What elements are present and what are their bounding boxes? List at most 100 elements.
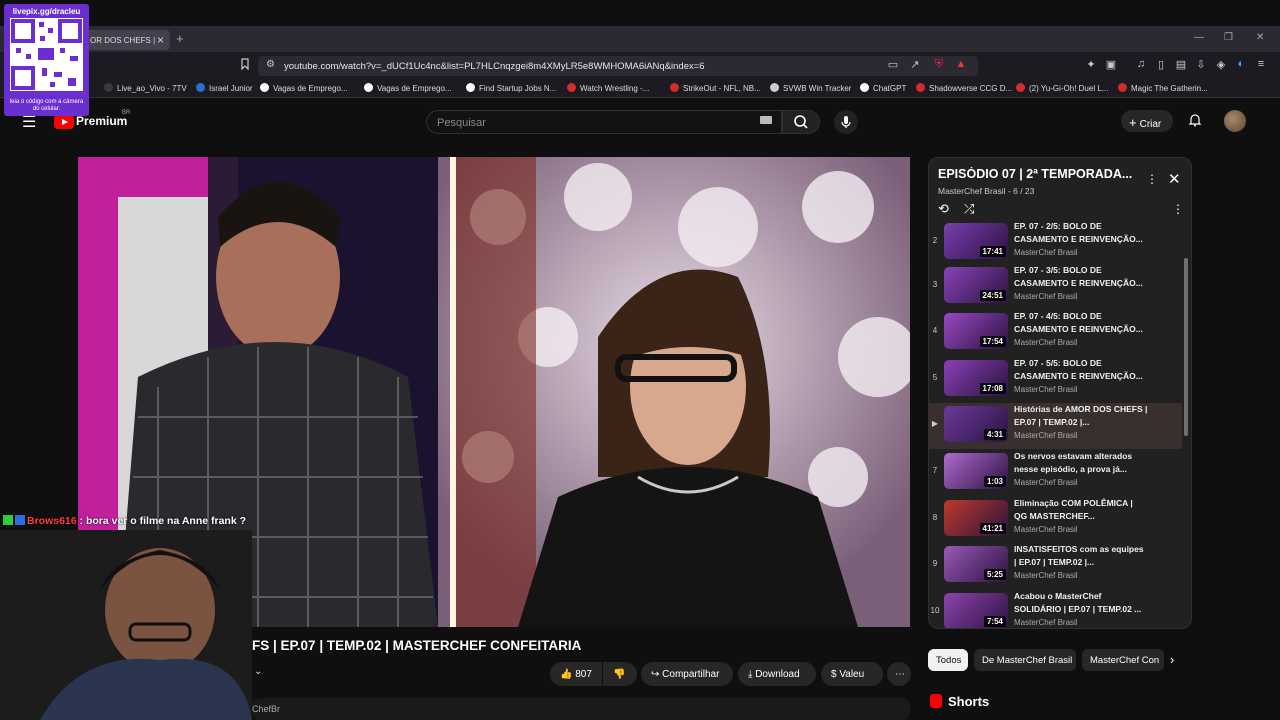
playlist-row[interactable]: 2 17:41 EP. 07 - 2/5: BOLO DE CASAMENTO E … — [928, 220, 1182, 266]
chevron-down-icon[interactable]: ⌄ — [254, 666, 262, 677]
playlist-options-icon[interactable]: ⋮ — [1172, 202, 1184, 216]
reader-icon[interactable]: ▣ — [1104, 58, 1118, 72]
browser-tab-active[interactable]: OR DOS CHEFS | × — [86, 30, 170, 50]
bookmark-item[interactable]: Vagas de Emprego... — [364, 83, 452, 93]
playlist-title[interactable]: EPISÓDIO 07 | 2ª TEMPORADA... — [938, 167, 1134, 181]
playlist-video-title[interactable]: EP. 07 - 4/5: BOLO DE CASAMENTO E REINVE… — [1014, 310, 1148, 336]
create-button[interactable]: + Criar — [1121, 110, 1173, 132]
playlist-channel-name[interactable]: MasterChef Brasil — [1014, 248, 1078, 257]
playlist-video-title[interactable]: Histórias de AMOR DOS CHEFS | EP.07 | TE… — [1014, 403, 1148, 429]
filter-chip[interactable]: De MasterChef Brasil — [974, 649, 1076, 671]
wallet-icon[interactable]: ▤ — [1174, 58, 1188, 72]
bookmark-item[interactable]: Vagas de Emprego... — [260, 83, 348, 93]
download-button[interactable]: ⤓ Download — [738, 662, 816, 686]
like-button[interactable]: 👍 807 — [550, 662, 602, 686]
keyboard-icon[interactable] — [760, 116, 772, 124]
loop-icon[interactable]: ⟲ — [938, 201, 949, 217]
playlist-channel-name[interactable]: MasterChef Brasil — [1014, 478, 1078, 487]
close-window-icon[interactable]: ✕ — [1256, 32, 1264, 43]
video-thumbnail[interactable]: 4:31 — [944, 406, 1008, 442]
bookmark-item[interactable]: SVWB Win Tracker — [770, 83, 851, 93]
download-icon[interactable]: ⇩ — [1194, 58, 1208, 72]
playlist-row[interactable]: 4 17:54 EP. 07 - 4/5: BOLO DE CASAMENTO E … — [928, 310, 1182, 356]
playlist-video-title[interactable]: Os nervos estavam alterados nesse episód… — [1014, 450, 1148, 476]
notifications-bell-icon[interactable] — [1188, 113, 1202, 130]
share-icon[interactable]: ↗ — [908, 58, 922, 72]
dislike-button[interactable]: 👎 — [603, 662, 637, 686]
video-thumbnail[interactable]: 17:54 — [944, 313, 1008, 349]
address-bar[interactable]: ⚙ youtube.com/watch?v=_dUCf1Uc4nc&list=P… — [258, 56, 978, 76]
music-icon[interactable]: ♫ — [1134, 58, 1148, 72]
playlist-channel-name[interactable]: MasterChef Brasil — [1014, 431, 1078, 440]
playlist-row[interactable]: 9 5:25 INSATISFEITOS com as equipes | EP.0… — [928, 543, 1182, 589]
filter-chip[interactable]: MasterChef Con — [1082, 649, 1164, 671]
playlist-channel-name[interactable]: MasterChef Brasil — [1014, 571, 1078, 580]
video-thumbnail[interactable]: 7:54 — [944, 593, 1008, 628]
playlist-channel-name[interactable]: MasterChef Brasil — [1014, 525, 1078, 534]
playlist-video-title[interactable]: EP. 07 - 2/5: BOLO DE CASAMENTO E REINVE… — [1014, 220, 1148, 246]
description-box[interactable] — [252, 698, 910, 720]
playlist-video-title[interactable]: Eliminação COM POLÊMICA | QG MASTERCHEF.… — [1014, 497, 1148, 523]
voice-search-button[interactable] — [834, 110, 858, 134]
close-tab-icon[interactable]: × — [157, 33, 164, 47]
minimize-icon[interactable]: — — [1194, 32, 1204, 43]
playlist-video-title[interactable]: Acabou o MasterChef SOLIDÁRIO | EP.07 | … — [1014, 590, 1148, 616]
bookmark-item[interactable]: Magic The Gatherin... — [1118, 83, 1208, 93]
bookmark-item[interactable]: ChatGPT — [860, 83, 906, 93]
shuffle-icon[interactable]: ⤮ — [964, 201, 974, 217]
playlist-video-title[interactable]: INSATISFEITOS com as equipes | EP.07 | T… — [1014, 543, 1148, 569]
bookmark-item[interactable]: Shadowverse CCG D... — [916, 83, 1012, 93]
playlist-row[interactable]: 5 17:08 EP. 07 - 5/5: BOLO DE CASAMENTO E … — [928, 357, 1182, 403]
new-tab-icon[interactable]: + — [176, 31, 184, 46]
bookmark-item[interactable]: (2) Yu-Gi-Oh! Duel L... — [1016, 83, 1108, 93]
maximize-icon[interactable]: ❐ — [1224, 32, 1233, 43]
playlist-row[interactable]: 8 41:21 Eliminação COM POLÊMICA | QG MASTE… — [928, 497, 1182, 543]
search-button[interactable] — [782, 110, 820, 134]
video-thumbnail[interactable]: 17:41 — [944, 223, 1008, 259]
avatar[interactable] — [1224, 110, 1246, 132]
search-input[interactable]: Pesquisar — [426, 110, 782, 134]
vpn-icon[interactable]: ◈ — [1214, 58, 1228, 72]
playlist-video-title[interactable]: EP. 07 - 5/5: BOLO DE CASAMENTO E REINVE… — [1014, 357, 1148, 383]
playlist-channel-name[interactable]: MasterChef Brasil — [1014, 385, 1078, 394]
playlist-channel-name[interactable]: MasterChef Brasil — [1014, 338, 1078, 347]
shield-brave-icon[interactable]: ⛨ — [932, 58, 946, 72]
more-actions-button[interactable]: ⋯ — [887, 662, 911, 686]
profile-icon[interactable]: ◐ — [1234, 58, 1248, 72]
video-thumbnail[interactable]: 41:21 — [944, 500, 1008, 536]
playlist-channel-name[interactable]: MasterChef Brasil — [1014, 292, 1078, 301]
site-info-icon[interactable]: ⚙ — [266, 59, 275, 70]
chevron-right-icon[interactable]: › — [1170, 652, 1174, 667]
bookmark-star-icon[interactable] — [238, 58, 252, 72]
bookmark-item[interactable]: Watch Wrestling -... — [567, 83, 649, 93]
playlist-more-icon[interactable]: ⋮ — [1146, 172, 1158, 186]
playlist-row[interactable]: ▶ 4:31 Histórias de AMOR DOS CHEFS | EP.07… — [928, 403, 1182, 449]
premium-label[interactable]: Premium — [76, 114, 127, 128]
youtube-logo-icon[interactable] — [54, 115, 74, 129]
bookmark-item[interactable]: StrikeOut - NFL, NB... — [670, 83, 761, 93]
video-thumbnail[interactable]: 5:25 — [944, 546, 1008, 582]
close-icon[interactable]: ✕ — [1168, 170, 1181, 188]
screen-icon[interactable]: ▭ — [886, 58, 900, 72]
video-thumbnail[interactable]: 17:08 — [944, 360, 1008, 396]
share-button[interactable]: ↪ Compartilhar — [641, 662, 733, 686]
channel-handle[interactable]: ChefBr — [252, 704, 280, 714]
playlist-row[interactable]: 7 1:03 Os nervos estavam alterados nesse e… — [928, 450, 1182, 496]
thanks-button[interactable]: $ Valeu — [821, 662, 883, 686]
extensions-icon[interactable]: ✦ — [1084, 58, 1098, 72]
filter-chip[interactable]: Todos — [928, 649, 968, 671]
rewards-icon[interactable]: ▲ — [954, 58, 968, 72]
bookmark-item[interactable]: Live_ao_Vivo - 7TV — [104, 83, 187, 93]
playlist-row[interactable]: 10 7:54 Acabou o MasterChef SOLIDÁRIO | EP… — [928, 590, 1182, 628]
playlist-channel-name[interactable]: MasterChef Brasil — [1014, 618, 1078, 627]
playlist-row[interactable]: 3 24:51 EP. 07 - 3/5: BOLO DE CASAMENTO E … — [928, 264, 1182, 310]
menu-icon-browser[interactable]: ≡ — [1254, 58, 1268, 72]
bookmark-item[interactable]: Israel Junior — [196, 83, 253, 93]
bookmark-item[interactable]: Find Startup Jobs N... — [466, 83, 556, 93]
video-thumbnail[interactable]: 24:51 — [944, 267, 1008, 303]
sidebar-icon[interactable]: ▯ — [1154, 58, 1168, 72]
playlist-video-title[interactable]: EP. 07 - 3/5: BOLO DE CASAMENTO E REINVE… — [1014, 264, 1148, 290]
playlist-subtitle[interactable]: MasterChef Brasil - 6 / 23 — [938, 186, 1034, 196]
video-thumbnail[interactable]: 1:03 — [944, 453, 1008, 489]
playlist-scrollbar[interactable] — [1184, 258, 1188, 436]
